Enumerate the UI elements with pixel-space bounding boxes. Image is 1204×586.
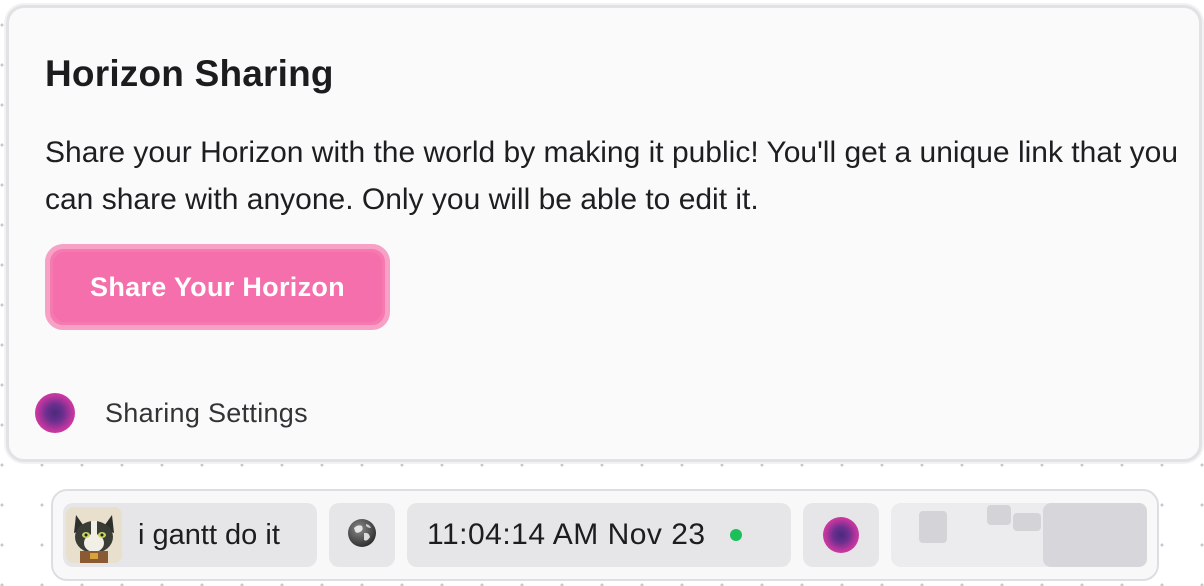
user-chip[interactable]: i gantt do it [63, 503, 317, 567]
horizon-orb-icon [823, 517, 859, 553]
sharing-panel: Horizon Sharing Share your Horizon with … [6, 5, 1202, 462]
thumbnail-block [1043, 503, 1147, 567]
thumbnail-block [1013, 513, 1041, 531]
share-horizon-button[interactable]: Share Your Horizon [45, 244, 390, 330]
sharing-settings-link[interactable]: Sharing Settings [35, 392, 355, 434]
thumbnail-block [987, 505, 1011, 525]
globe-icon [346, 517, 378, 554]
panel-description: Share your Horizon with the world by mak… [45, 136, 1179, 216]
horizon-thumbnails[interactable] [891, 503, 1147, 567]
share-button-label: Share Your Horizon [90, 271, 345, 302]
bottom-dock: i gantt do it 11:04:14 AM Nov 23 [51, 489, 1159, 581]
globe-button[interactable] [329, 503, 395, 567]
thumbnail-block [919, 511, 947, 543]
cat-avatar [66, 507, 122, 563]
horizon-orb-button[interactable] [803, 503, 879, 567]
horizon-orb-icon [35, 393, 75, 433]
clock-chip: 11:04:14 AM Nov 23 [407, 503, 791, 567]
clock-text: 11:04:14 AM Nov 23 [427, 518, 706, 551]
panel-title: Horizon Sharing [45, 53, 334, 94]
user-name: i gantt do it [138, 518, 280, 551]
online-status-indicator [729, 529, 742, 541]
sharing-settings-label: Sharing Settings [105, 397, 308, 428]
